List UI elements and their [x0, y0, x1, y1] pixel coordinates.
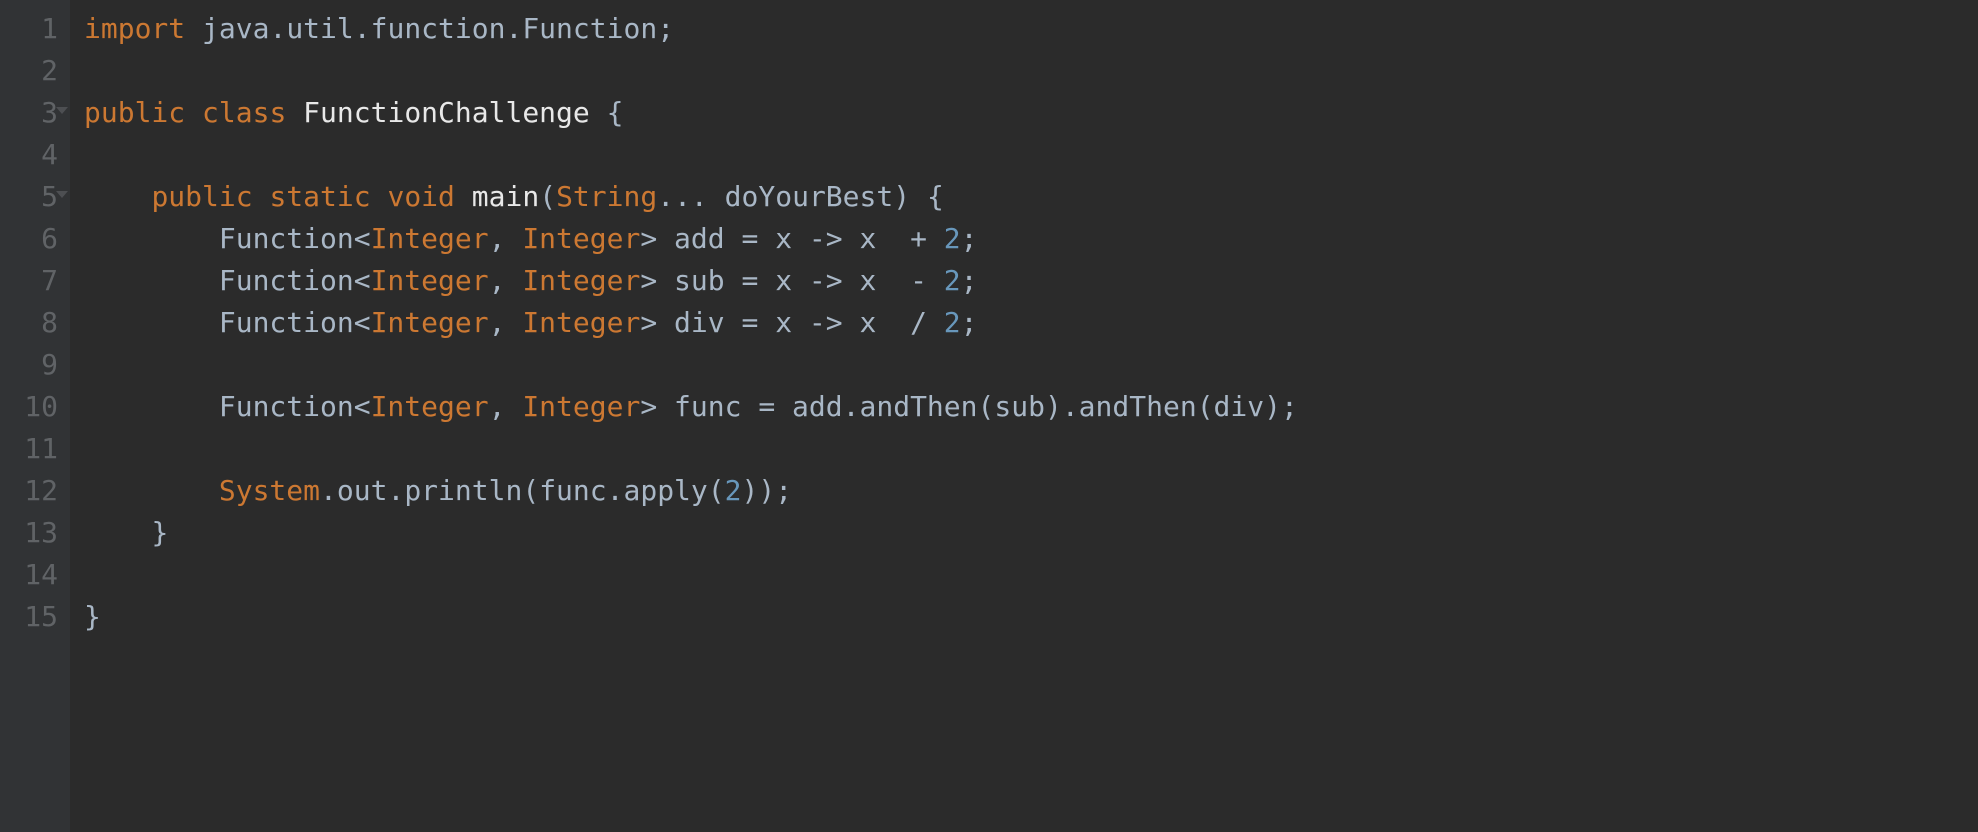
code-line[interactable]: [84, 428, 1978, 470]
code-line[interactable]: System.out.println(func.apply(2));: [84, 470, 1978, 512]
code-line[interactable]: public static void main(String... doYour…: [84, 176, 1978, 218]
code-line[interactable]: import java.util.function.Function;: [84, 8, 1978, 50]
line-number: 15: [8, 596, 58, 638]
line-number: 5: [8, 176, 58, 218]
line-number: 1: [8, 8, 58, 50]
line-number: 11: [8, 428, 58, 470]
line-number: 3: [8, 92, 58, 134]
fold-marker-icon[interactable]: [56, 107, 68, 114]
line-number: 7: [8, 260, 58, 302]
line-number: 4: [8, 134, 58, 176]
code-line[interactable]: }: [84, 512, 1978, 554]
code-line[interactable]: [84, 134, 1978, 176]
code-editor[interactable]: 1 2 3 4 5 6 7 8 9 10 11 12 13 14 15 impo…: [0, 0, 1978, 832]
code-line[interactable]: [84, 344, 1978, 386]
line-number: 9: [8, 344, 58, 386]
code-line[interactable]: }: [84, 596, 1978, 638]
fold-marker-icon[interactable]: [56, 191, 68, 198]
code-line[interactable]: Function<Integer, Integer> sub = x -> x …: [84, 260, 1978, 302]
code-area[interactable]: import java.util.function.Function; publ…: [70, 0, 1978, 832]
line-number: 13: [8, 512, 58, 554]
line-number: 8: [8, 302, 58, 344]
line-number: 12: [8, 470, 58, 512]
code-line[interactable]: Function<Integer, Integer> add = x -> x …: [84, 218, 1978, 260]
line-number: 2: [8, 50, 58, 92]
code-line[interactable]: Function<Integer, Integer> func = add.an…: [84, 386, 1978, 428]
line-number-gutter: 1 2 3 4 5 6 7 8 9 10 11 12 13 14 15: [0, 0, 70, 832]
code-line[interactable]: [84, 554, 1978, 596]
line-number: 14: [8, 554, 58, 596]
code-line[interactable]: [84, 50, 1978, 92]
line-number: 6: [8, 218, 58, 260]
code-line[interactable]: public class FunctionChallenge {: [84, 92, 1978, 134]
line-number: 10: [8, 386, 58, 428]
code-line[interactable]: Function<Integer, Integer> div = x -> x …: [84, 302, 1978, 344]
